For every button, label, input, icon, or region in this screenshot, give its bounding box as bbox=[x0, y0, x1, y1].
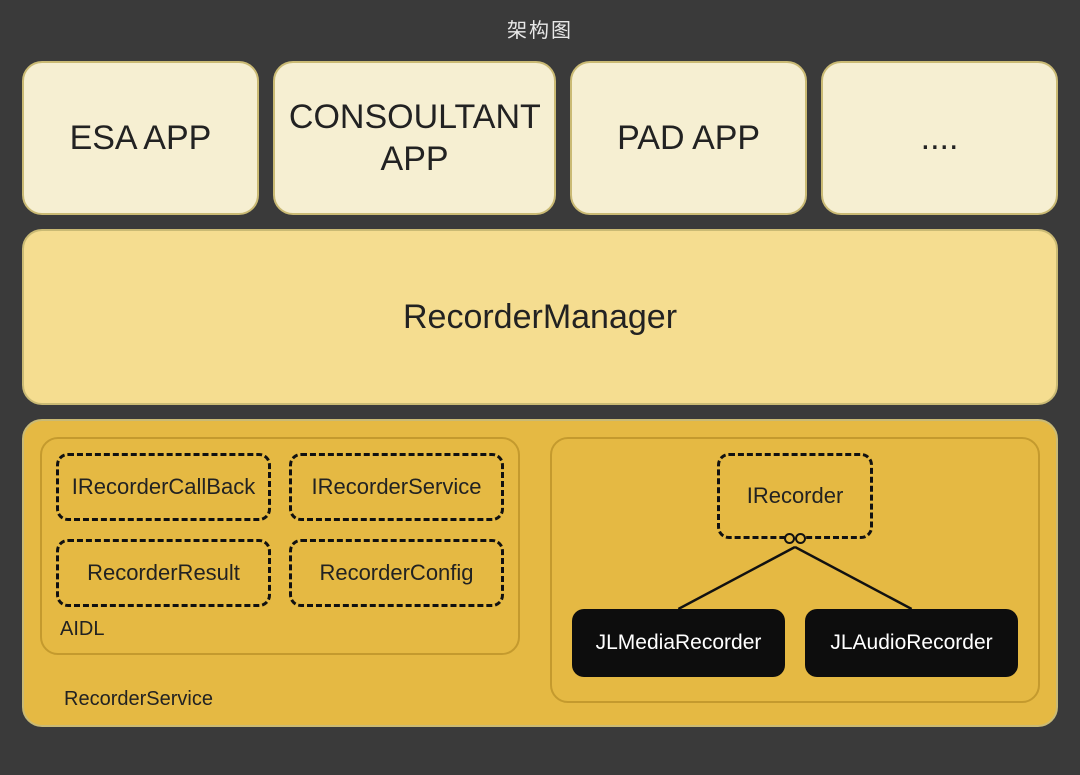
irecorder-label: IRecorder bbox=[747, 483, 844, 509]
connector-lines bbox=[552, 539, 1038, 609]
diagram-title: 架构图 bbox=[22, 0, 1058, 61]
aidl-recorder-result: RecorderResult bbox=[56, 539, 271, 607]
recorder-service-label: RecorderService bbox=[64, 688, 213, 711]
apps-row: ESA APP CONSOULTANT APP PAD APP .... bbox=[22, 61, 1058, 215]
app-esa: ESA APP bbox=[22, 61, 259, 215]
aidl-irecorder-service: IRecorderService bbox=[289, 453, 504, 521]
aidl-label: AIDL bbox=[60, 618, 104, 641]
jlaudiorecorder-box: JLAudioRecorder bbox=[805, 609, 1018, 677]
aidl-recorder-config: RecorderConfig bbox=[289, 539, 504, 607]
impl-row: JLMediaRecorder JLAudioRecorder bbox=[552, 609, 1038, 677]
app-pad: PAD APP bbox=[570, 61, 807, 215]
app-consultant: CONSOULTANT APP bbox=[273, 61, 556, 215]
recorder-service-box: IRecorderCallBack IRecorderService Recor… bbox=[22, 419, 1058, 727]
jlmediarecorder-box: JLMediaRecorder bbox=[572, 609, 785, 677]
irecorder-interface: IRecorder bbox=[717, 453, 873, 539]
recorder-manager-box: RecorderManager bbox=[22, 229, 1058, 405]
aidl-irecorder-callback: IRecorderCallBack bbox=[56, 453, 271, 521]
app-more: .... bbox=[821, 61, 1058, 215]
recorder-manager-label: RecorderManager bbox=[403, 298, 677, 337]
recorder-impl-group: IRecorder JLMediaRecorder JLAudioRecorde… bbox=[550, 437, 1040, 703]
aidl-box: IRecorderCallBack IRecorderService Recor… bbox=[40, 437, 520, 655]
